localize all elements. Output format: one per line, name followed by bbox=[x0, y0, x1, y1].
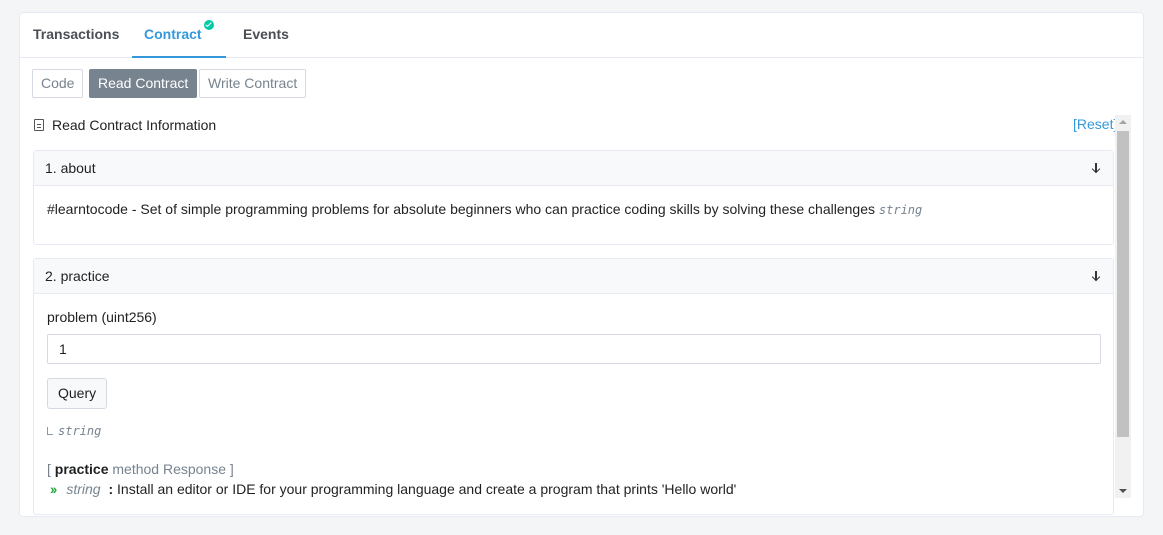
read-contract-info: Read Contract Information bbox=[34, 115, 216, 135]
about-panel: 1. about #learntocode - Set of simple pr… bbox=[33, 150, 1114, 245]
about-type: string bbox=[878, 203, 923, 217]
contract-card: Transactions Contract Events Code Read C… bbox=[19, 12, 1144, 517]
about-panel-body: #learntocode - Set of simple programming… bbox=[34, 186, 1113, 244]
response-prefix: [ bbox=[47, 461, 55, 477]
about-panel-header[interactable]: 1. about bbox=[34, 151, 1113, 186]
response-line: ›› string : Install an editor or IDE for… bbox=[50, 481, 736, 497]
response-title: [ practice method Response ] bbox=[47, 461, 234, 477]
write-contract-button[interactable]: Write Contract bbox=[199, 69, 307, 98]
scroll-down-arrow-icon[interactable] bbox=[1119, 489, 1127, 493]
response-value: Install an editor or IDE for your progra… bbox=[117, 481, 737, 497]
double-chevron-right-icon: ›› bbox=[50, 481, 57, 497]
response-suffix: method Response ] bbox=[108, 461, 234, 477]
read-contract-info-title: Read Contract Information bbox=[52, 117, 217, 133]
about-value: #learntocode - Set of simple programming… bbox=[47, 201, 875, 217]
scroll-up-arrow-icon[interactable] bbox=[1119, 120, 1127, 124]
tab-bar: Transactions Contract Events bbox=[20, 13, 1143, 58]
response-method: practice bbox=[54, 461, 109, 477]
practice-panel-title: 2. practice bbox=[45, 268, 110, 284]
tab-contract[interactable]: Contract bbox=[132, 13, 226, 58]
query-button[interactable]: Query bbox=[47, 378, 108, 409]
scrollbar-thumb[interactable] bbox=[1117, 131, 1129, 437]
scrollbar[interactable] bbox=[1115, 115, 1131, 498]
verified-check-icon bbox=[203, 20, 214, 30]
practice-panel: 2. practice problem (uint256) Query stri… bbox=[33, 258, 1114, 515]
practice-panel-body: problem (uint256) Query string [ practic… bbox=[34, 294, 1113, 514]
problem-input-label: problem (uint256) bbox=[47, 309, 157, 325]
about-panel-title: 1. about bbox=[45, 160, 96, 176]
return-type-label: string bbox=[58, 424, 102, 438]
document-icon bbox=[34, 119, 44, 131]
read-contract-button[interactable]: Read Contract bbox=[89, 69, 198, 98]
return-corner-icon bbox=[47, 427, 53, 435]
response-type: string bbox=[66, 481, 101, 497]
return-type: string bbox=[47, 424, 101, 438]
arrow-down-icon bbox=[1091, 162, 1101, 174]
tab-transactions[interactable]: Transactions bbox=[21, 13, 131, 58]
reset-link[interactable]: [Reset] bbox=[1073, 116, 1117, 132]
problem-input[interactable] bbox=[47, 334, 1101, 364]
tab-contract-label: Contract bbox=[144, 26, 202, 42]
code-button[interactable]: Code bbox=[32, 69, 84, 98]
response-colon: : bbox=[104, 481, 118, 497]
practice-panel-header[interactable]: 2. practice bbox=[34, 259, 1113, 294]
arrow-down-icon bbox=[1091, 270, 1101, 282]
tab-events[interactable]: Events bbox=[231, 13, 301, 58]
